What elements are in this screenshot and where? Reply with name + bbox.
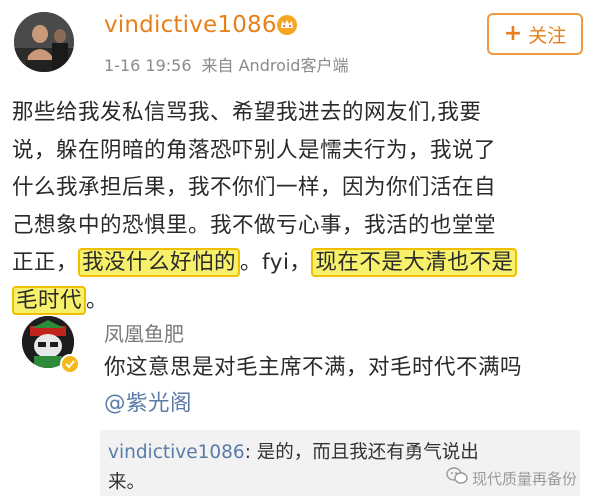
- body-line: 正正， 我没什么好怕的 。fyi， 现在不是大清也不是: [12, 244, 592, 282]
- vip-crown-icon: [276, 14, 298, 36]
- highlighted-text: 我没什么好怕的: [78, 248, 241, 278]
- wechat-icon: [446, 467, 468, 489]
- body-text: 己想象中的恐惧里。我不做亏心事，我活的也堂堂: [12, 212, 497, 238]
- post-timestamp: 1-16 19:56: [104, 56, 192, 75]
- comment-mention-link[interactable]: @紫光阁: [104, 386, 192, 417]
- body-text: 正正，: [12, 250, 79, 276]
- reply-text: : 是的，而且我还有勇气说出: [244, 442, 479, 463]
- post-header: vindictive1086 1-16 19:56 来自 Android客户端 +…: [0, 0, 600, 82]
- post-meta: 1-16 19:56 来自 Android客户端: [104, 52, 348, 76]
- post-username[interactable]: vindictive1086: [104, 12, 277, 38]
- follow-label: 关注: [528, 24, 567, 47]
- post-body: 那些给我发私信骂我、希望我进去的网友们,我要 说，躲在阴暗的角落恐吓别人是懦夫行…: [12, 94, 592, 320]
- reply-text: 来。: [108, 472, 146, 493]
- plus-icon: +: [503, 21, 523, 46]
- reply-line: 来。: [108, 468, 145, 494]
- body-line: 己想象中的恐惧里。我不做亏心事，我活的也堂堂: [12, 207, 592, 245]
- commenter-name[interactable]: 凤凰鱼肥: [104, 318, 184, 347]
- body-text: 说，躲在阴暗的角落恐吓别人是懦夫行为，我说了: [12, 137, 497, 163]
- body-text: 那些给我发私信骂我、希望我进去的网友们,我要: [12, 100, 482, 125]
- post-source: 来自 Android客户端: [201, 56, 349, 75]
- reply-line: vindictive1086: 是的，而且我还有勇气说出: [108, 438, 479, 464]
- highlighted-text: 现在不是大清也不是: [311, 248, 518, 278]
- body-text: 。fyi，: [240, 250, 312, 276]
- verified-badge-icon: [60, 354, 80, 374]
- follow-button[interactable]: + 关注: [487, 13, 583, 55]
- user-avatar[interactable]: [14, 12, 74, 72]
- watermark: 现代质量再备份: [446, 466, 577, 490]
- body-text: 什么我承担后果，我不你们一样，因为你们活在自: [12, 175, 497, 201]
- body-line: 什么我承担后果，我不你们一样，因为你们活在自: [12, 169, 592, 207]
- watermark-text: 现代质量再备份: [472, 469, 578, 488]
- comment-text: 你这意思是对毛主席不满，对毛时代不满吗: [104, 355, 523, 380]
- body-line: 说，躲在阴暗的角落恐吓别人是懦夫行为，我说了: [12, 132, 592, 170]
- reply-username[interactable]: vindictive1086: [108, 442, 245, 463]
- body-line: 那些给我发私信骂我、希望我进去的网友们,我要: [12, 94, 592, 132]
